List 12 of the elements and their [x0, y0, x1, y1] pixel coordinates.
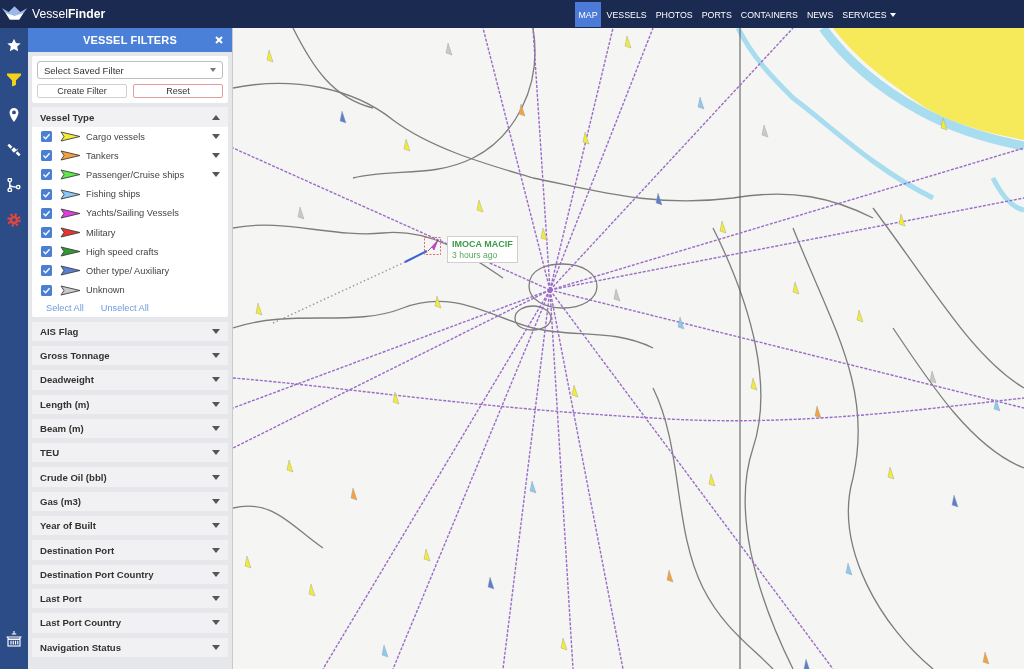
vessel-type-label: Other type/ Auxiliary: [86, 265, 171, 276]
vessel-type-label: Unknown: [86, 285, 126, 296]
vessel-type-label: Cargo vessels: [86, 131, 146, 142]
vessel-type-label: Yachts/Sailing Vessels: [86, 208, 180, 219]
vessel-type-label: Fishing ships: [86, 189, 142, 200]
vessel-type-label: High speed crafts: [86, 246, 160, 257]
vessel-type-label: Tankers: [86, 150, 120, 161]
vessel-type-label: Passenger/Cruise ships: [86, 169, 186, 180]
last-seen-time: 3 hours ago: [452, 250, 499, 260]
vessel-name: IMOCA MACIF: [452, 239, 513, 249]
vessel-type-label: Military: [86, 227, 117, 238]
panel-title: VESSEL FILTERS: [82, 34, 178, 46]
